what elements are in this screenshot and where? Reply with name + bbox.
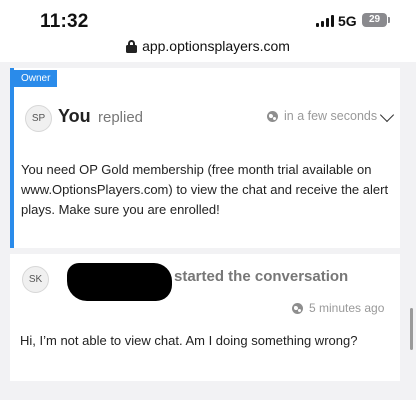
url-text: app.optionsplayers.com xyxy=(142,38,290,54)
status-bar: 11:32 5G 29 xyxy=(0,0,416,34)
conversation-action-label: started the conversation xyxy=(174,268,349,285)
conversation-time-text: 5 minutes ago xyxy=(309,301,385,315)
reply-action-label: replied xyxy=(98,109,144,126)
network-label: 5G xyxy=(338,13,357,29)
owner-badge: Owner xyxy=(14,70,58,87)
avatar[interactable]: SK xyxy=(22,266,49,293)
reply-card: Owner SP You replied in a few seconds Yo… xyxy=(10,68,400,248)
avatar[interactable]: SP xyxy=(25,105,52,132)
conversation-timestamp: 5 minutes ago xyxy=(292,301,384,315)
address-bar-content: app.optionsplayers.com xyxy=(126,34,290,54)
chevron-down-icon[interactable] xyxy=(379,107,395,123)
status-time: 11:32 xyxy=(40,11,89,32)
reply-timestamp: in a few seconds xyxy=(267,109,377,123)
reply-time-text: in a few seconds xyxy=(284,109,378,123)
scrollbar-thumb[interactable] xyxy=(410,308,413,350)
reply-message: You need OP Gold membership (free month … xyxy=(21,162,389,217)
address-bar[interactable]: app.optionsplayers.com xyxy=(0,34,416,62)
globe-icon xyxy=(292,302,303,314)
conversation-start-card: SK started the conversation 5 minutes ag… xyxy=(10,254,400,381)
battery-icon: 29 xyxy=(362,13,387,27)
lock-icon xyxy=(126,39,138,53)
signal-icon xyxy=(316,15,334,27)
author-name[interactable]: You xyxy=(58,106,91,127)
redacted-author-name xyxy=(67,263,172,301)
globe-icon xyxy=(267,110,278,122)
conversation-message: Hi, I’m not able to view chat. Am I doin… xyxy=(20,333,358,348)
battery-tip xyxy=(388,17,390,23)
